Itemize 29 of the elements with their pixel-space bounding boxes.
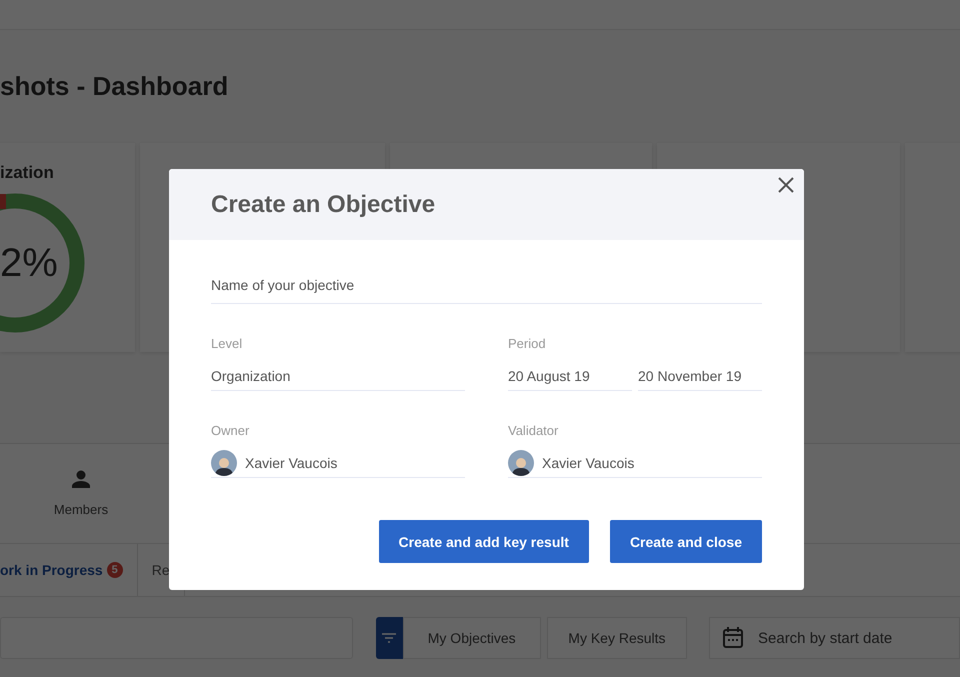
filter-toggle[interactable]: My Key Results <box>546 617 687 659</box>
end-date-field[interactable]: 20 November 19 <box>638 361 762 391</box>
calendar-icon <box>723 627 743 648</box>
avatar-icon <box>508 450 534 476</box>
filter-toggle[interactable]: My Objectives <box>402 617 541 659</box>
field-label: Period <box>508 336 547 351</box>
filter-button[interactable] <box>376 617 403 659</box>
card-title: ization <box>0 163 55 183</box>
close-icon <box>778 177 794 193</box>
field-label: Validator <box>508 423 560 438</box>
create-button[interactable]: Create and close <box>610 520 762 563</box>
person-field[interactable]: Xavier Vaucois <box>211 448 465 478</box>
count-badge: 5 <box>106 562 123 578</box>
start-date-field[interactable]: 20 August 19 <box>508 361 632 391</box>
level-field[interactable]: Organization <box>211 361 465 391</box>
create-button[interactable]: Create and add key result <box>378 520 589 563</box>
field-label: Level <box>211 336 244 351</box>
person-icon <box>72 470 90 488</box>
percent-value: 2% <box>0 241 58 286</box>
close-button[interactable] <box>776 175 796 195</box>
filter-icon <box>382 633 396 643</box>
person-field[interactable]: Xavier Vaucois <box>508 448 762 478</box>
date-search-field[interactable]: Search by start date <box>709 617 960 659</box>
tab[interactable]: ork in Progress 5 <box>0 544 138 596</box>
nav-item[interactable]: Members <box>54 502 108 517</box>
dialog-title: Create an Objective <box>211 190 436 218</box>
avatar-icon <box>211 450 237 476</box>
page-title: shots - Dashboard <box>0 70 230 103</box>
field-label: Owner <box>211 423 250 438</box>
